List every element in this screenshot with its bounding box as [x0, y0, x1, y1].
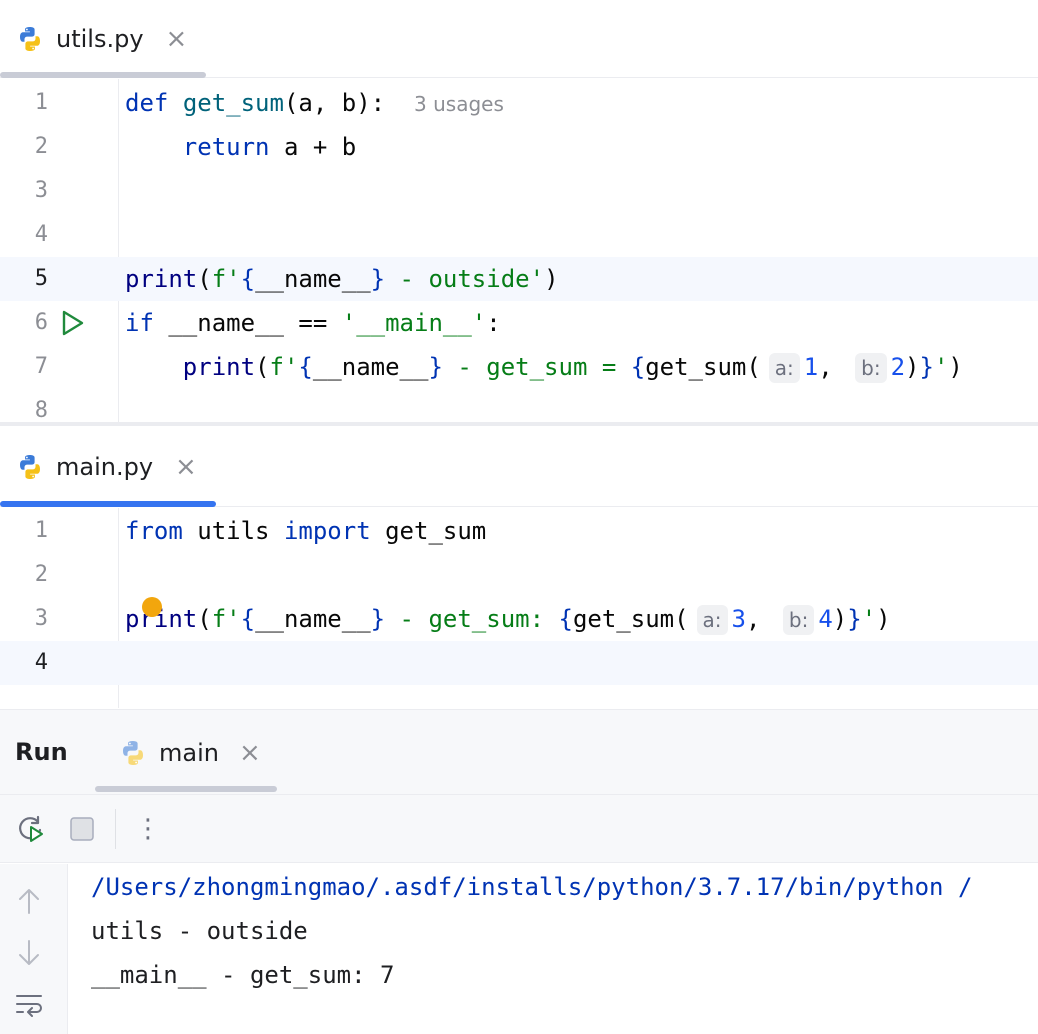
- rerun-icon: [19, 815, 43, 842]
- rerun-button[interactable]: [14, 812, 48, 846]
- code-text[interactable]: print(f'{__name__} - outside'): [125, 264, 559, 294]
- active-tab-indicator: [0, 72, 206, 78]
- close-icon[interactable]: ×: [175, 454, 197, 480]
- stop-icon: [70, 817, 94, 841]
- code-line: 3: [0, 169, 1038, 213]
- run-tab-indicator: [95, 786, 277, 792]
- code-line: 2 return a + b: [0, 125, 1038, 169]
- more-options-button[interactable]: ⋮: [131, 812, 165, 846]
- run-tab-label: main: [159, 739, 219, 767]
- line-number: 6: [34, 310, 48, 335]
- main-tabbar: main.py ×: [0, 427, 1038, 507]
- line-number: 1: [34, 518, 48, 543]
- run-tool-window-header: Run main ×: [0, 709, 1038, 795]
- tab-main-py[interactable]: main.py ×: [0, 427, 197, 507]
- python-file-icon: [20, 27, 40, 51]
- console-output[interactable]: /Users/zhongmingmao/.asdf/installs/pytho…: [68, 864, 1038, 1034]
- code-line-current: 5 print(f'{__name__} - outside'): [0, 257, 1038, 301]
- code-text[interactable]: def get_sum(a, b): 3 usages: [125, 88, 504, 119]
- line-number: 4: [34, 222, 48, 247]
- close-icon[interactable]: ×: [239, 738, 261, 768]
- line-number: 3: [34, 606, 48, 631]
- usages-hint[interactable]: 3 usages: [414, 89, 504, 119]
- run-title: Run: [15, 738, 68, 766]
- run-toolbar: ⋮: [0, 795, 1038, 863]
- utils-editor[interactable]: 1 def get_sum(a, b): 3 usages 2 return a…: [0, 79, 1038, 422]
- code-line: 7 print(f'{__name__} - get_sum = {get_su…: [0, 345, 1038, 389]
- editor-splitter[interactable]: [0, 422, 1038, 426]
- code-line: 6 if __name__ == '__main__':: [0, 301, 1038, 345]
- python-file-icon: [20, 455, 40, 479]
- close-icon[interactable]: ×: [166, 26, 188, 52]
- scroll-up-button[interactable]: [14, 886, 44, 916]
- code-line: 2: [0, 553, 1038, 597]
- line-number: 8: [34, 398, 48, 422]
- run-gutter-icon[interactable]: [60, 309, 86, 337]
- console-side-toolbar: [0, 864, 68, 1034]
- stop-button[interactable]: [65, 812, 99, 846]
- code-text[interactable]: print(f'{__name__} - get_sum = {get_sum(…: [125, 352, 963, 383]
- code-line-current: 4: [0, 641, 1038, 685]
- line-number: 5: [34, 266, 48, 291]
- code-line: 4: [0, 213, 1038, 257]
- code-text[interactable]: print(f'{__name__} - get_sum: {get_sum(a…: [125, 604, 891, 635]
- soft-wrap-button[interactable]: [14, 990, 44, 1020]
- line-number: 4: [34, 650, 48, 675]
- code-line: 1 def get_sum(a, b): 3 usages: [0, 81, 1038, 125]
- tab-utils-py[interactable]: utils.py ×: [0, 0, 187, 78]
- arrow-up-icon: [19, 889, 39, 914]
- code-text[interactable]: if __name__ == '__main__':: [125, 308, 501, 338]
- line-number: 2: [34, 134, 48, 159]
- line-number: 1: [34, 90, 48, 115]
- arrow-down-icon: [19, 940, 39, 965]
- python-run-config-icon: [123, 741, 143, 765]
- param-hint: a:: [768, 353, 800, 383]
- active-tab-indicator: [0, 501, 216, 507]
- utils-tabbar: utils.py ×: [0, 0, 1038, 78]
- param-hint: b:: [782, 605, 815, 635]
- line-number: 3: [34, 178, 48, 203]
- line-number: 7: [34, 354, 48, 379]
- param-hint: b:: [855, 353, 887, 383]
- line-number: 2: [34, 562, 48, 587]
- run-tab-main[interactable]: main ×: [95, 710, 277, 796]
- console-line: utils - outside: [91, 917, 308, 945]
- more-icon: ⋮: [135, 814, 161, 844]
- code-text[interactable]: from utils import get_sum: [125, 516, 486, 546]
- code-line: 8: [0, 389, 1038, 422]
- toolbar-separator: [115, 809, 116, 849]
- tab-label: utils.py: [56, 25, 144, 53]
- tab-label: main.py: [56, 453, 154, 481]
- scroll-down-button[interactable]: [14, 938, 44, 968]
- console-line-command[interactable]: /Users/zhongmingmao/.asdf/installs/pytho…: [91, 873, 972, 901]
- soft-wrap-icon: [16, 995, 42, 1017]
- code-line: 1 from utils import get_sum: [0, 509, 1038, 553]
- console-line: __main__ - get_sum: 7: [91, 961, 395, 989]
- code-text[interactable]: return a + b: [125, 132, 356, 162]
- param-hint: a:: [696, 605, 728, 635]
- intention-bulb-icon[interactable]: [142, 597, 162, 617]
